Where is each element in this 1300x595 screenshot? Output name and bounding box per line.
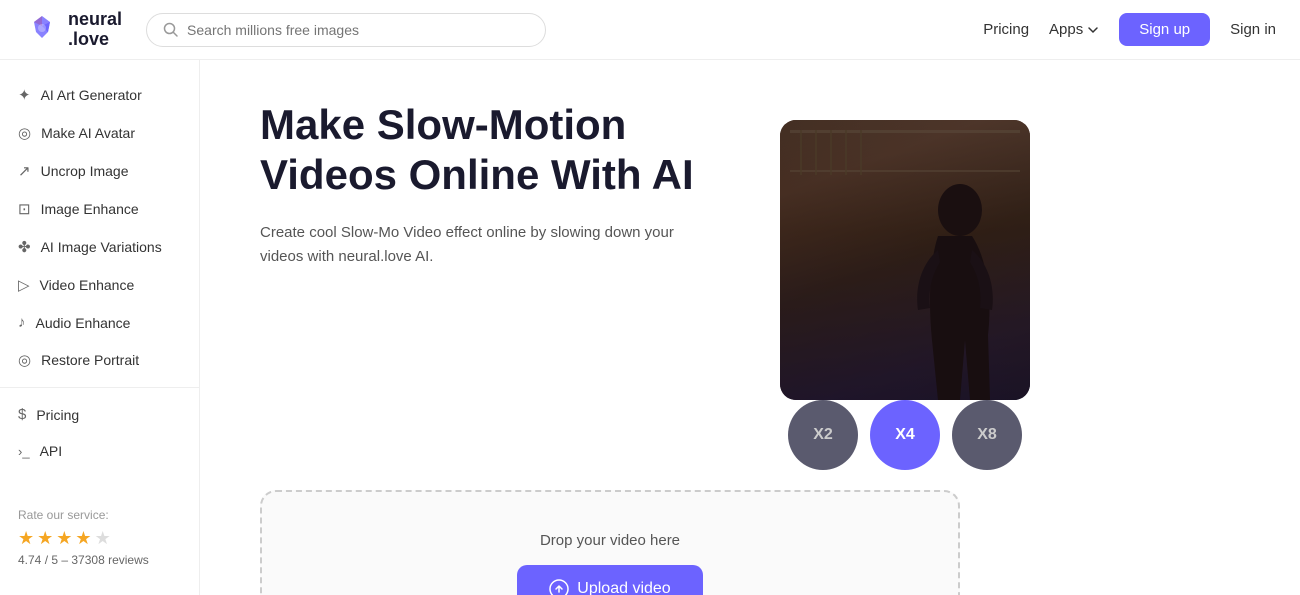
speed-x8-button[interactable]: X8 xyxy=(952,400,1022,470)
sidebar-item-ai-image-variations[interactable]: ✤ AI Image Variations xyxy=(0,228,199,266)
sidebar-bottom: Rate our service: ★ ★ ★ ★ ★ 4.74 / 5 – 3… xyxy=(0,496,199,579)
star-4: ★ xyxy=(75,528,91,549)
sidebar: ✦ AI Art Generator ◎ Make AI Avatar ↗ Un… xyxy=(0,60,200,595)
video-illustration: X2 X4 X8 xyxy=(780,120,1030,440)
stars-container: ★ ★ ★ ★ ★ xyxy=(18,528,181,549)
search-bar xyxy=(146,13,546,47)
video-icon: ▷ xyxy=(18,276,30,294)
star-1: ★ xyxy=(18,528,34,549)
sidebar-item-pricing[interactable]: $ Pricing xyxy=(0,396,199,433)
variations-icon: ✤ xyxy=(18,238,31,256)
sidebar-item-api[interactable]: ›_ API xyxy=(0,433,199,469)
sidebar-item-audio-enhance[interactable]: ♪ Audio Enhance xyxy=(0,304,199,341)
search-icon xyxy=(163,22,179,38)
sidebar-item-video-enhance[interactable]: ▷ Video Enhance xyxy=(0,266,199,304)
sidebar-item-label: Make AI Avatar xyxy=(41,125,135,141)
sidebar-item-uncrop-image[interactable]: ↗ Uncrop Image xyxy=(0,152,199,190)
sidebar-item-label: API xyxy=(40,443,63,459)
api-icon: ›_ xyxy=(18,444,30,459)
uncrop-icon: ↗ xyxy=(18,162,31,180)
sidebar-item-ai-art-generator[interactable]: ✦ AI Art Generator xyxy=(0,76,199,114)
star-3: ★ xyxy=(56,528,72,549)
apps-dropdown[interactable]: Apps xyxy=(1049,21,1099,38)
signin-link[interactable]: Sign in xyxy=(1230,21,1276,38)
sidebar-item-label: AI Image Variations xyxy=(41,239,162,255)
content: Make Slow-Motion Videos Online With AI C… xyxy=(200,60,1300,595)
portrait-icon: ◎ xyxy=(18,351,31,369)
sidebar-item-restore-portrait[interactable]: ◎ Restore Portrait xyxy=(0,341,199,379)
sidebar-item-image-enhance[interactable]: ⊡ Image Enhance xyxy=(0,190,199,228)
audio-icon: ♪ xyxy=(18,314,26,331)
baluster-1 xyxy=(800,130,802,175)
star-5: ★ xyxy=(95,528,111,549)
sidebar-item-label: AI Art Generator xyxy=(41,87,142,103)
hero-text: Make Slow-Motion Videos Online With AI C… xyxy=(260,100,720,299)
sidebar-item-label: Pricing xyxy=(36,407,79,423)
upload-button[interactable]: Upload video xyxy=(517,565,702,595)
speed-x4-button[interactable]: X4 xyxy=(870,400,940,470)
pricing-nav-link[interactable]: Pricing xyxy=(983,21,1029,38)
rating-text: 4.74 / 5 – 37308 reviews xyxy=(18,553,181,567)
railing-mid xyxy=(790,170,1020,172)
upload-zone: Drop your video here Upload video xyxy=(260,490,960,595)
hero-description: Create cool Slow-Mo Video effect online … xyxy=(260,221,720,269)
top-row: Make Slow-Motion Videos Online With AI C… xyxy=(260,100,1240,440)
star-2: ★ xyxy=(37,528,53,549)
speed-buttons: X2 X4 X8 xyxy=(788,400,1022,470)
baluster-3 xyxy=(830,130,832,175)
railing-top xyxy=(790,130,1020,133)
main: ✦ AI Art Generator ◎ Make AI Avatar ↗ Un… xyxy=(0,60,1300,595)
signup-button[interactable]: Sign up xyxy=(1119,13,1210,46)
sidebar-item-label: Audio Enhance xyxy=(36,315,131,331)
rate-label: Rate our service: xyxy=(18,508,181,522)
chevron-down-icon xyxy=(1087,24,1099,36)
avatar-icon: ◎ xyxy=(18,124,31,142)
header: neural .love Pricing Apps Sign up Sign i… xyxy=(0,0,1300,60)
person-silhouette xyxy=(900,180,1010,400)
upload-icon xyxy=(549,579,569,595)
baluster-4 xyxy=(845,130,847,175)
pricing-icon: $ xyxy=(18,406,26,423)
sidebar-divider xyxy=(0,387,199,388)
upload-button-label: Upload video xyxy=(577,580,670,595)
enhance-icon: ⊡ xyxy=(18,200,31,218)
logo[interactable]: neural .love xyxy=(24,10,122,50)
hero-title: Make Slow-Motion Videos Online With AI xyxy=(260,100,720,201)
ai-art-icon: ✦ xyxy=(18,86,31,104)
drop-text: Drop your video here xyxy=(292,532,928,549)
baluster-2 xyxy=(815,130,817,175)
nav-right: Pricing Apps Sign up Sign in xyxy=(983,13,1276,46)
search-input[interactable] xyxy=(187,22,529,38)
sidebar-item-label: Uncrop Image xyxy=(41,163,129,179)
video-thumbnail xyxy=(780,120,1030,400)
speed-x2-button[interactable]: X2 xyxy=(788,400,858,470)
baluster-5 xyxy=(860,130,862,175)
logo-text: neural .love xyxy=(68,10,122,50)
sidebar-item-make-ai-avatar[interactable]: ◎ Make AI Avatar xyxy=(0,114,199,152)
sidebar-item-label: Restore Portrait xyxy=(41,352,139,368)
sidebar-item-label: Video Enhance xyxy=(40,277,135,293)
sidebar-item-label: Image Enhance xyxy=(41,201,139,217)
logo-icon xyxy=(24,12,60,48)
